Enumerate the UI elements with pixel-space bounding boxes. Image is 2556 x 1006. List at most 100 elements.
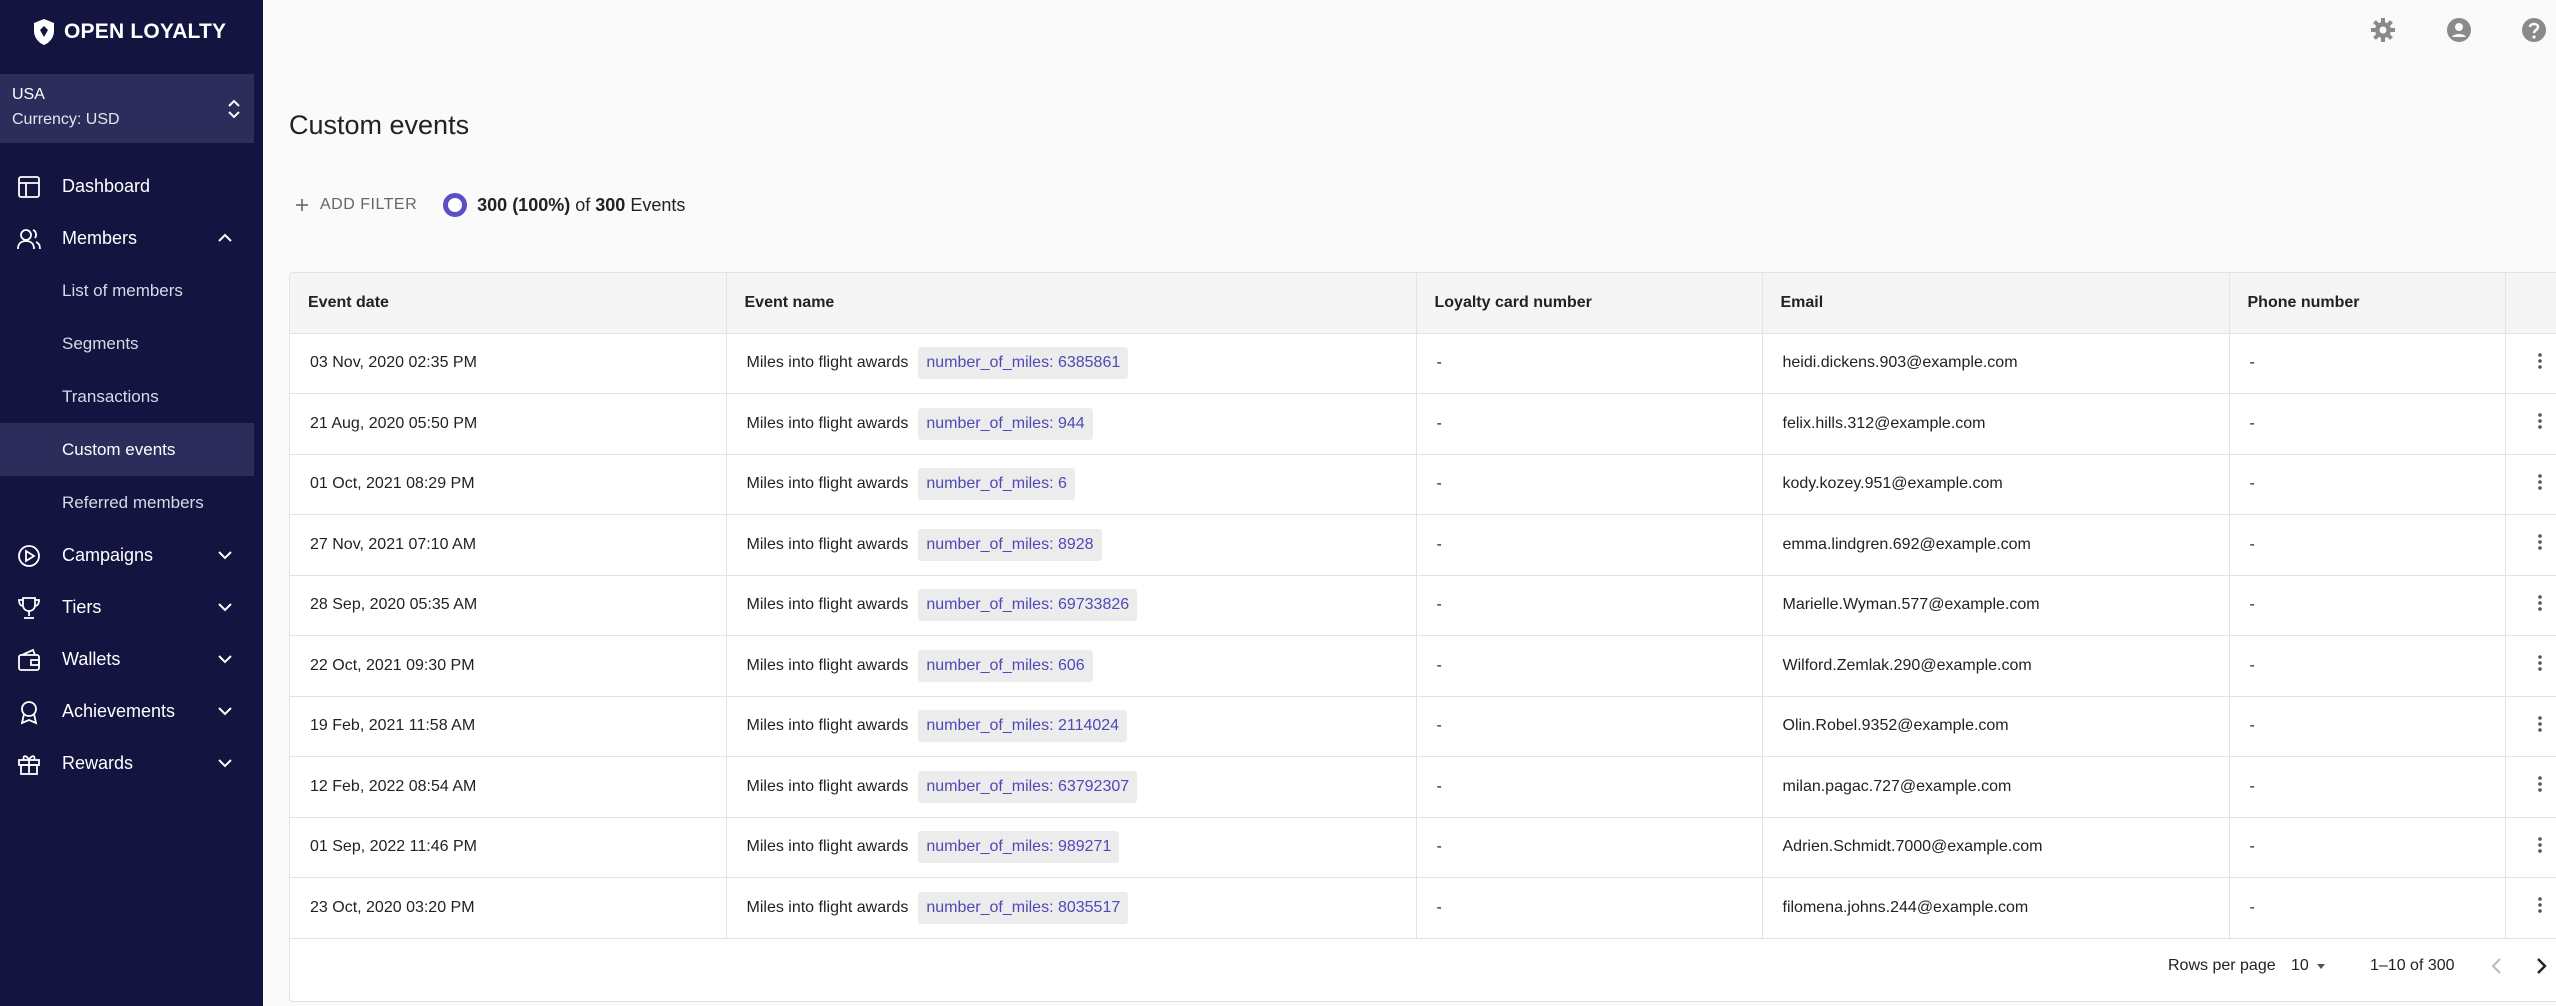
dashboard-icon: [18, 176, 40, 198]
table-row[interactable]: 28 Sep, 2020 05:35 AM Miles into flight a…: [290, 575, 2556, 636]
progress-ring-icon: [443, 193, 468, 217]
cell-event-name: Miles into flight awards number_of_miles:…: [726, 575, 1417, 636]
event-name-text: Miles into flight awards: [746, 656, 909, 674]
gear-icon[interactable]: [2369, 16, 2397, 44]
trophy-icon: [18, 597, 40, 619]
table-row[interactable]: 03 Nov, 2020 02:35 PM Miles into flight a…: [290, 333, 2556, 394]
more-vert-icon[interactable]: [2530, 593, 2550, 613]
members-icon: [17, 229, 41, 250]
cell-event-date: 03 Nov, 2020 02:35 PM: [290, 333, 727, 394]
events-table: Event date Event name Loyalty card numbe…: [290, 273, 2556, 939]
cell-event-name: Miles into flight awards number_of_miles:…: [726, 635, 1417, 696]
cell-phone: -: [2229, 393, 2506, 454]
event-attribute-tag: number_of_miles: 989271: [918, 831, 1120, 864]
chevron-up-icon: [218, 233, 232, 242]
sidebar-subitem-referred-members[interactable]: Referred members: [0, 476, 263, 529]
more-vert-icon[interactable]: [2530, 472, 2550, 492]
more-vert-icon[interactable]: [2530, 653, 2550, 673]
count-total: 300: [595, 194, 626, 215]
cell-event-name: Miles into flight awards number_of_miles:…: [726, 756, 1417, 817]
event-attribute-tag: number_of_miles: 606: [918, 649, 1093, 682]
region-selector[interactable]: USA Currency: USD: [0, 74, 254, 143]
more-vert-icon[interactable]: [2530, 774, 2550, 794]
cell-event-name: Miles into flight awards number_of_miles:…: [726, 877, 1417, 938]
cell-actions: [2505, 817, 2556, 878]
more-vert-icon[interactable]: [2530, 351, 2550, 371]
more-vert-icon[interactable]: [2530, 411, 2550, 431]
more-vert-icon[interactable]: [2530, 835, 2550, 855]
cell-phone: -: [2229, 696, 2506, 757]
more-vert-icon[interactable]: [2530, 895, 2550, 915]
cell-event-date: 27 Nov, 2021 07:10 AM: [290, 514, 727, 575]
sidebar-item-campaigns[interactable]: Campaigns: [0, 529, 263, 581]
event-attribute-tag: number_of_miles: 69733826: [918, 589, 1138, 622]
cell-email: kody.kozey.951@example.com: [1762, 454, 2230, 515]
table-header-row: Event date Event name Loyalty card numbe…: [290, 273, 2556, 334]
sidebar-subitem-segments[interactable]: Segments: [0, 317, 263, 370]
more-vert-icon[interactable]: [2530, 714, 2550, 734]
chevron-down-icon: [218, 655, 232, 664]
table-row[interactable]: 19 Feb, 2021 11:58 AM Miles into flight a…: [290, 696, 2556, 757]
sidebar-subitem-custom-events[interactable]: Custom events: [0, 423, 254, 476]
table-row[interactable]: 22 Oct, 2021 09:30 PM Miles into flight a…: [290, 635, 2556, 696]
account-icon[interactable]: [2445, 16, 2473, 44]
cell-phone: -: [2229, 575, 2506, 636]
region-name: USA: [12, 86, 45, 103]
cell-email: filomena.johns.244@example.com: [1762, 877, 2230, 938]
cell-email: heidi.dickens.903@example.com: [1762, 333, 2230, 394]
sidebar-subitem-transactions[interactable]: Transactions: [0, 370, 263, 423]
cell-loyalty-card: -: [1416, 877, 1763, 938]
column-header-loyalty-card[interactable]: Loyalty card number: [1416, 273, 1763, 334]
table-row[interactable]: 23 Oct, 2020 03:20 PM Miles into flight a…: [290, 877, 2556, 938]
sidebar-item-dashboard[interactable]: Dashboard: [0, 160, 263, 212]
add-filter-button[interactable]: ADD FILTER: [294, 196, 417, 214]
sidebar-item-tiers[interactable]: Tiers: [0, 581, 263, 633]
sidebar-item-label: Wallets: [62, 648, 121, 669]
brand-logo[interactable]: OPEN LOYALTY: [32, 18, 226, 46]
cell-email: Marielle.Wyman.577@example.com: [1762, 575, 2230, 636]
sidebar-item-label: Achievements: [62, 700, 176, 721]
cell-loyalty-card: -: [1416, 393, 1763, 454]
cell-phone: -: [2229, 514, 2506, 575]
sidebar-item-rewards[interactable]: Rewards: [0, 737, 263, 789]
event-name-text: Miles into flight awards: [746, 354, 909, 372]
column-header-event-date[interactable]: Event date: [290, 273, 727, 334]
table-row[interactable]: 27 Nov, 2021 07:10 AM Miles into flight a…: [290, 514, 2556, 575]
table-row[interactable]: 21 Aug, 2020 05:50 PM Miles into flight a…: [290, 393, 2556, 455]
table-row[interactable]: 01 Sep, 2022 11:46 PM Miles into flight a…: [290, 817, 2556, 878]
column-header-event-name[interactable]: Event name: [726, 273, 1417, 334]
event-count-summary: 300 (100%) of 300 Events: [443, 193, 685, 217]
event-name-text: Miles into flight awards: [746, 596, 909, 614]
cell-phone: -: [2229, 333, 2506, 394]
cell-actions: [2505, 394, 2556, 455]
cell-event-date: 21 Aug, 2020 05:50 PM: [290, 393, 727, 454]
events-table-card: Event date Event name Loyalty card numbe…: [289, 272, 2556, 1002]
cell-event-name: Miles into flight awards number_of_miles:…: [726, 817, 1417, 878]
sidebar-item-members[interactable]: Members: [0, 212, 263, 264]
rows-per-page-select[interactable]: 10: [2291, 957, 2327, 975]
more-vert-icon[interactable]: [2530, 532, 2550, 552]
table-row[interactable]: 12 Feb, 2022 08:54 AM Miles into flight a…: [290, 756, 2556, 817]
cell-actions: [2505, 454, 2556, 515]
cell-event-name: Miles into flight awards number_of_miles:…: [726, 333, 1417, 394]
count-shown: 300 (100%): [477, 194, 571, 215]
cell-phone: -: [2229, 635, 2506, 696]
cell-phone: -: [2229, 817, 2506, 878]
cell-email: Adrien.Schmidt.7000@example.com: [1762, 817, 2230, 878]
cell-event-name: Miles into flight awards number_of_miles:…: [726, 514, 1417, 575]
event-attribute-tag: number_of_miles: 944: [918, 407, 1093, 440]
column-header-email[interactable]: Email: [1762, 273, 2230, 334]
sidebar-item-achievements[interactable]: Achievements: [0, 685, 263, 737]
help-icon[interactable]: [2520, 16, 2548, 44]
cell-loyalty-card: -: [1416, 514, 1763, 575]
cell-loyalty-card: -: [1416, 817, 1763, 878]
sidebar-item-wallets[interactable]: Wallets: [0, 633, 263, 685]
sidebar-subitem-list-of-members[interactable]: List of members: [0, 264, 263, 317]
table-row[interactable]: 01 Oct, 2021 08:29 PM Miles into flight a…: [290, 454, 2556, 515]
chevron-right-icon[interactable]: [2530, 955, 2552, 977]
cell-event-date: 22 Oct, 2021 09:30 PM: [290, 635, 727, 696]
cell-email: Olin.Robel.9352@example.com: [1762, 696, 2230, 757]
column-header-phone[interactable]: Phone number: [2229, 273, 2506, 334]
region-currency: Currency: USD: [12, 111, 120, 128]
chevron-left-icon[interactable]: [2486, 955, 2508, 977]
